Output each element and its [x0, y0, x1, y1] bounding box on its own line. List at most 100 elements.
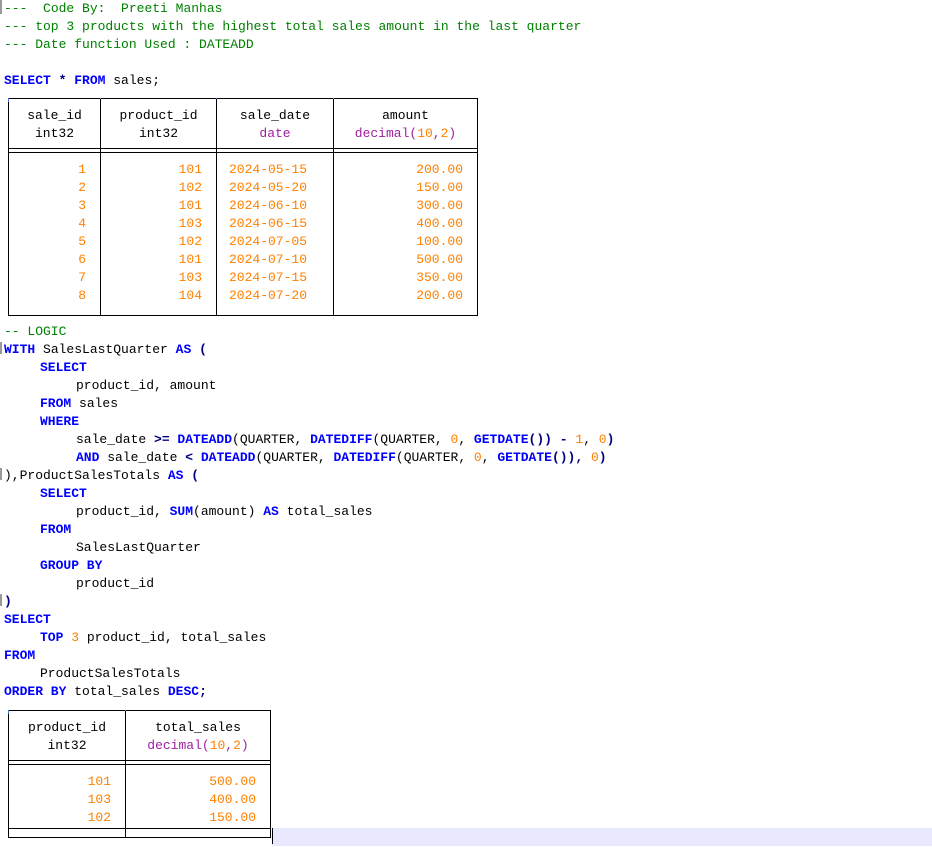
dateadd-function: DATEADD	[169, 432, 233, 447]
code-line-where-condition-2[interactable]: AND sale_date < DATEADD(QUARTER, DATEDIF…	[76, 449, 607, 467]
code-line-cte2[interactable]: ),ProductSalesTotals AS (	[4, 467, 199, 485]
argument-text: (QUARTER,	[395, 450, 474, 465]
argument-text: (QUARTER,	[232, 432, 311, 447]
code-line-top[interactable]: TOP 3 product_id, total_sales	[40, 629, 266, 647]
number-literal: 0	[473, 450, 482, 465]
paren-text: ())	[528, 432, 560, 447]
column-ref: sale_date	[76, 432, 155, 447]
col-marker	[8, 710, 9, 714]
alias: total_sales	[278, 504, 373, 519]
column-header-product-id[interactable]: product_id	[9, 719, 125, 737]
dateadd-function: DATEADD	[193, 450, 256, 465]
cell-sale-id: 7	[78, 270, 86, 285]
column-list: product_id, total_sales	[79, 630, 267, 645]
cell-product-id: 101	[87, 774, 111, 789]
code-line-with[interactable]: WITH SalesLastQuarter AS (	[4, 341, 207, 359]
logic-comment: -- LOGIC	[4, 324, 67, 339]
code-line-order-by[interactable]: ORDER BY total_sales DESC;	[4, 683, 207, 701]
code-line-from-table[interactable]: SalesLastQuarter	[76, 539, 201, 557]
type-suffix: )	[448, 126, 457, 141]
column-ref: product_id,	[76, 504, 170, 519]
text-cursor	[272, 828, 273, 844]
cell-amount: 200.00	[416, 162, 463, 177]
cell-product-id: 103	[178, 270, 202, 285]
number-literal: 0	[590, 450, 599, 465]
column-header-amount[interactable]: amount	[334, 107, 477, 125]
code-line-from[interactable]: FROM	[4, 647, 35, 665]
cell-sale-date: 2024-07-05	[229, 234, 308, 249]
code-line-group-column[interactable]: product_id	[76, 575, 154, 593]
code-line-group-by[interactable]: GROUP BY	[40, 557, 102, 575]
code-line-where[interactable]: WHERE	[40, 413, 79, 431]
cell-product-id: 102	[178, 234, 202, 249]
and-keyword: AND	[76, 450, 100, 465]
code-line-close[interactable]: )	[4, 593, 12, 611]
cell-sale-date: 2024-07-20	[229, 288, 308, 303]
cell-amount: 100.00	[416, 234, 463, 249]
code-line-from[interactable]: FROM sales	[40, 395, 118, 413]
top-products-result-table: product_id int32 total_sales decimal(10,…	[8, 710, 271, 838]
semicolon: ;	[199, 684, 207, 699]
select-keyword: SELECT	[4, 612, 51, 627]
select-keyword: SELECT	[40, 360, 87, 375]
comment-prefix: ---	[4, 1, 44, 16]
close-paren: )	[606, 432, 615, 447]
cell-sale-date: 2024-05-20	[229, 180, 308, 195]
column-type-sale-date: date	[259, 126, 291, 141]
datediff-function: DATEDIFF	[310, 432, 373, 447]
header-comment-line-2: --- top 3 products with the highest tota…	[4, 19, 582, 34]
code-line-sum-columns[interactable]: product_id, SUM(amount) AS total_sales	[76, 503, 372, 521]
cell-sale-id: 5	[78, 234, 86, 249]
gutter-marker	[0, 468, 2, 480]
open-paren: (	[191, 342, 207, 357]
from-keyword: FROM	[4, 648, 36, 663]
header-divider	[9, 148, 477, 149]
where-keyword: WHERE	[40, 414, 80, 429]
type-suffix: )	[240, 738, 249, 753]
column-header-sale-id[interactable]: sale_id	[9, 107, 100, 125]
cell-total-sales: 150.00	[209, 810, 256, 825]
argument-text: ,	[481, 450, 498, 465]
column-header-product-id[interactable]: product_id	[101, 107, 216, 125]
cell-sale-date: 2024-07-10	[229, 252, 308, 267]
code-line-select[interactable]: SELECT	[4, 611, 51, 629]
type-comma: ,	[432, 126, 441, 141]
column-header-sale-date[interactable]: sale_date	[217, 107, 333, 125]
select-all-statement[interactable]: SELECT * FROM sales;	[4, 72, 160, 90]
code-line-where-condition-1[interactable]: sale_date >= DATEADD(QUARTER, DATEDIFF(Q…	[76, 431, 614, 449]
table-name: sales;	[105, 73, 161, 88]
cell-sale-date: 2024-06-15	[229, 216, 308, 231]
code-line-from[interactable]: FROM	[40, 521, 71, 539]
code-line-select[interactable]: SELECT	[40, 359, 87, 377]
code-line-select[interactable]: SELECT	[40, 485, 87, 503]
argument-text: (QUARTER,	[255, 450, 334, 465]
code-line-columns[interactable]: product_id, amount	[76, 377, 216, 395]
type-prefix: decimal(	[354, 126, 418, 141]
close-paren: )	[598, 450, 607, 465]
cell-amount: 400.00	[416, 216, 463, 231]
code-line-from-table[interactable]: ProductSalesTotals	[40, 665, 180, 683]
sales-result-table: sale_id int32 product_id int32 sale_date…	[8, 98, 478, 316]
cell-sale-id: 4	[78, 216, 86, 231]
operator: >=	[154, 432, 170, 447]
argument-text: (QUARTER,	[372, 432, 451, 447]
cell-product-id: 103	[178, 216, 202, 231]
code-by-label: Code By:	[43, 1, 106, 16]
cell-sale-id: 6	[78, 252, 86, 267]
cell-sale-date: 2024-06-10	[229, 198, 308, 213]
argument-text: (amount)	[193, 504, 264, 519]
minus-operator: -	[559, 432, 568, 447]
cell-sale-id: 8	[78, 288, 86, 303]
type-precision: 10	[209, 738, 226, 753]
type-scale: 2	[233, 738, 241, 753]
as-keyword: AS	[263, 504, 279, 519]
header-divider	[9, 152, 477, 153]
column-ref: sale_date	[99, 450, 186, 465]
desc-keyword: DESC	[167, 684, 200, 699]
column-header-total-sales[interactable]: total_sales	[126, 719, 270, 737]
column-type-total-sales: decimal(10,2)	[126, 737, 270, 755]
cell-product-id: 101	[178, 198, 202, 213]
order-by-keyword: ORDER BY	[4, 684, 67, 699]
order-column: total_sales	[66, 684, 168, 699]
cell-amount: 150.00	[416, 180, 463, 195]
